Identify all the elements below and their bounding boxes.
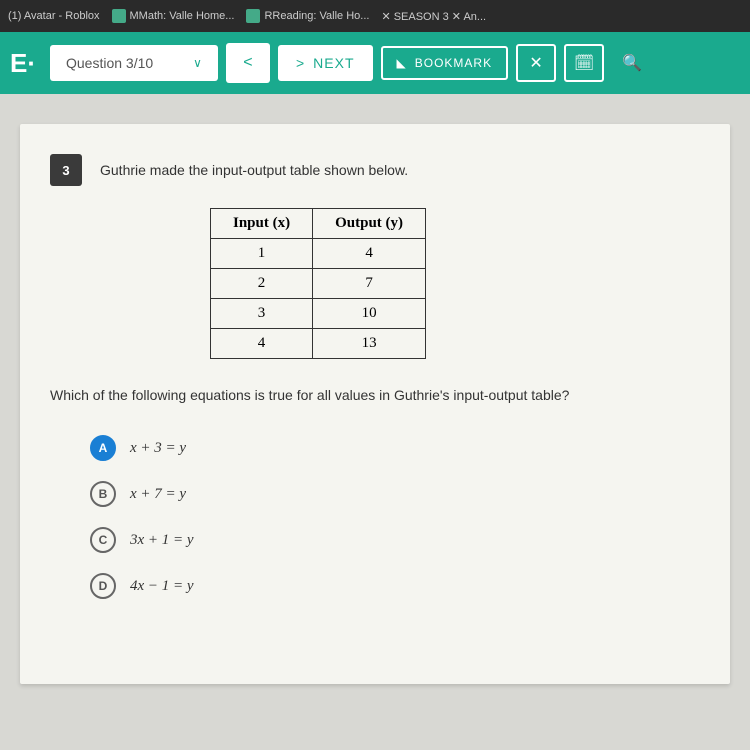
table-row: 2 7 [211,269,426,299]
browser-tabs: (1) Avatar - Roblox MMath: Valle Home...… [0,0,750,32]
table-row: 3 10 [211,299,426,329]
chevron-down-icon: ∨ [193,56,202,70]
table-cell: 3 [211,299,313,329]
question-header: 3 Guthrie made the input-output table sh… [50,154,700,186]
option-letter: B [90,481,116,507]
bookmark-button[interactable]: ◣ BOOKMARK [381,46,509,80]
bookmark-label: BOOKMARK [415,56,492,70]
option-text: 4x − 1 = y [130,578,194,595]
question-prompt: Guthrie made the input-output table show… [100,154,408,178]
option-text: x + 7 = y [130,486,186,503]
tab-label: ✕ SEASON 3 ✕ An... [381,10,486,23]
table-row: 1 4 [211,239,426,269]
table-header: Output (y) [313,209,426,239]
chevron-left-icon: < [243,54,252,72]
tab-label: MMath: Valle Home... [130,10,235,22]
option-letter: A [90,435,116,461]
table-cell: 1 [211,239,313,269]
table-cell: 13 [313,329,426,359]
browser-tab[interactable]: ✕ SEASON 3 ✕ An... [381,10,486,23]
close-icon: ✕ [529,53,542,73]
table-cell: 4 [211,329,313,359]
tab-label: RReading: Valle Ho... [264,10,369,22]
search-icon: 🔍 [622,53,642,73]
close-button[interactable]: ✕ [516,44,556,82]
content-area: 3 Guthrie made the input-output table sh… [0,94,750,750]
app-logo: E· [10,48,36,79]
browser-tab[interactable]: RReading: Valle Ho... [246,9,369,23]
table-row: 4 13 [211,329,426,359]
next-label: NEXT [313,55,354,71]
table-cell: 7 [313,269,426,299]
question-number-badge: 3 [50,154,82,186]
option-c[interactable]: C 3x + 1 = y [90,527,700,553]
tab-label: (1) Avatar - Roblox [8,10,100,22]
browser-tab[interactable]: MMath: Valle Home... [112,9,235,23]
table-cell: 2 [211,269,313,299]
calendar-icon: 🗓 [574,53,594,73]
next-button[interactable]: > NEXT [278,45,373,81]
browser-tab[interactable]: (1) Avatar - Roblox [8,10,100,22]
option-text: 3x + 1 = y [130,532,194,549]
input-output-table: Input (x) Output (y) 1 4 2 7 3 10 4 13 [210,208,426,359]
question-indicator: Question 3/10 [66,55,153,71]
search-button[interactable]: 🔍 [612,44,652,82]
answer-options: A x + 3 = y B x + 7 = y C 3x + 1 = y D 4… [90,435,700,599]
option-text: x + 3 = y [130,440,186,457]
table-header-row: Input (x) Output (y) [211,209,426,239]
app-toolbar: E· Question 3/10 ∨ < > NEXT ◣ BOOKMARK ✕… [0,32,750,94]
calendar-button[interactable]: 🗓 [564,44,604,82]
option-d[interactable]: D 4x − 1 = y [90,573,700,599]
table-cell: 10 [313,299,426,329]
option-b[interactable]: B x + 7 = y [90,481,700,507]
bookmark-icon: ◣ [397,56,407,70]
chevron-right-icon: > [296,55,305,71]
question-selector[interactable]: Question 3/10 ∨ [50,45,218,81]
question-paper: 3 Guthrie made the input-output table sh… [20,124,730,684]
table-cell: 4 [313,239,426,269]
prev-button[interactable]: < [226,43,270,83]
option-letter: D [90,573,116,599]
option-letter: C [90,527,116,553]
tab-icon [112,9,126,23]
table-header: Input (x) [211,209,313,239]
option-a[interactable]: A x + 3 = y [90,435,700,461]
tab-icon [246,9,260,23]
sub-question: Which of the following equations is true… [50,387,700,403]
